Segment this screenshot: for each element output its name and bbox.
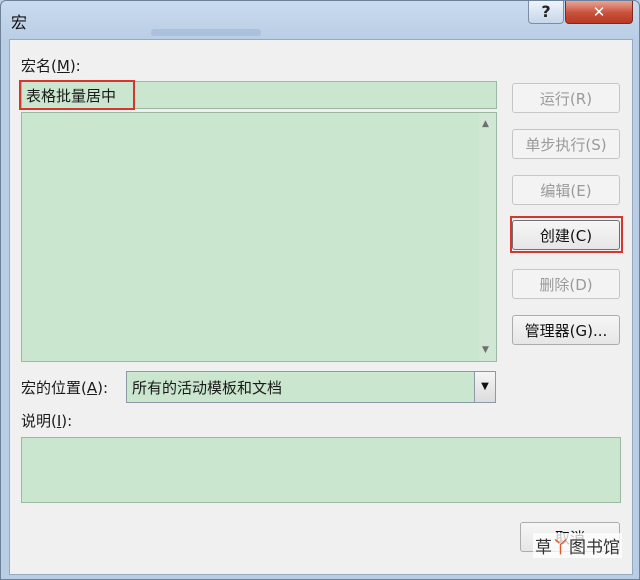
close-button[interactable]: ✕ — [565, 1, 633, 24]
macro-location-select[interactable]: 所有的活动模板和文档 ▼ — [126, 371, 496, 403]
macro-list-scrollbar[interactable]: ▲ ▼ — [479, 113, 496, 361]
delete-button[interactable]: 删除(D) — [512, 269, 620, 299]
macro-dialog: 宏 ? ✕ 宏名(M): 表格批量居中 ▲ ▼ 运行(R) 单步执行(S) 编辑… — [0, 0, 640, 580]
macro-name-highlight — [19, 80, 135, 110]
scroll-down-icon[interactable]: ▼ — [482, 345, 489, 355]
create-button-highlight — [510, 216, 623, 253]
description-box — [21, 437, 621, 503]
help-button[interactable]: ? — [528, 1, 564, 24]
organizer-button[interactable]: 管理器(G)... — [512, 315, 620, 345]
title-decoration — [151, 29, 261, 36]
dropdown-arrow-icon[interactable]: ▼ — [474, 372, 495, 402]
macro-location-label: 宏的位置(A): — [21, 379, 109, 397]
description-label: 说明(I): — [21, 412, 73, 430]
watermark: 草丫图书馆 — [533, 533, 622, 558]
macro-location-value: 所有的活动模板和文档 — [132, 379, 283, 397]
scroll-up-icon[interactable]: ▲ — [482, 119, 489, 129]
macro-list[interactable]: ▲ ▼ — [21, 112, 497, 362]
step-into-button[interactable]: 单步执行(S) — [512, 129, 620, 159]
macro-name-label: 宏名(M): — [21, 57, 81, 75]
edit-button[interactable]: 编辑(E) — [512, 175, 620, 205]
run-button[interactable]: 运行(R) — [512, 83, 620, 113]
dialog-title: 宏 — [11, 13, 28, 32]
dialog-body: 宏名(M): 表格批量居中 ▲ ▼ 运行(R) 单步执行(S) 编辑(E) 创建… — [9, 39, 633, 575]
